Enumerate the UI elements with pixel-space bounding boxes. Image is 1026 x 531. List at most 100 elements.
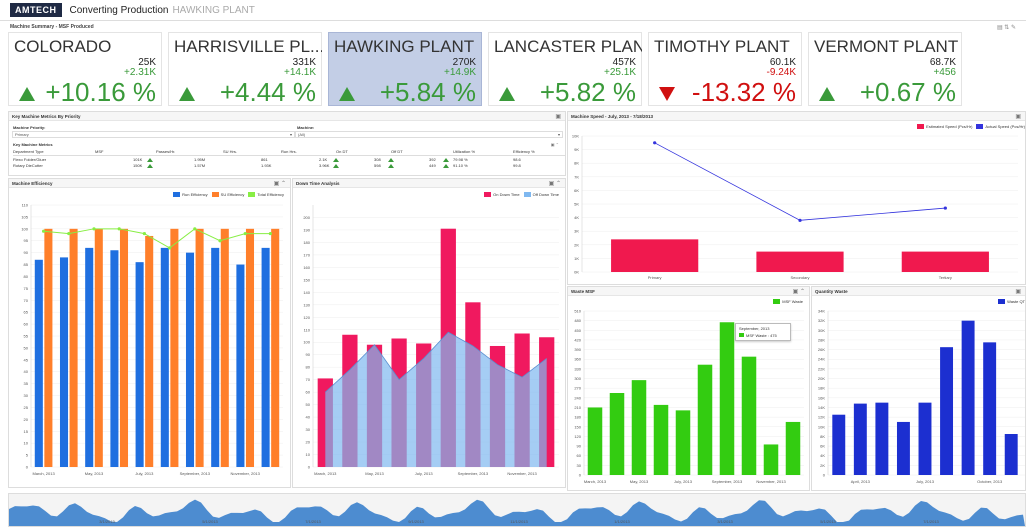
y-tick-label: 12K <box>818 415 825 420</box>
x-tick-label: November, 2013 <box>507 471 537 476</box>
machine-efficiency-panel: Machine Efficiency ▣ ⌃ Run Efficiency SU … <box>8 178 291 488</box>
timeline-chart[interactable]: 3/1/2013 5/1/2013 7/1/2013 9/1/2013 11/1/201… <box>9 494 1025 526</box>
plant-tile[interactable]: COLORADO 25K +2.31K +10.16 % <box>8 32 162 107</box>
y-tick-label: 30 <box>24 393 29 398</box>
machine-speed-panel: Machine Speed - July, 2013 - 7/18/2013 ▣ … <box>567 111 1026 285</box>
table-cell: 392 <box>429 157 436 162</box>
y-tick-label: 5K <box>574 202 579 207</box>
export-icon[interactable]: ▣ ⌃ <box>793 288 805 295</box>
y-tick-label: 10K <box>572 134 579 139</box>
plant-percent: -13.32 % <box>691 77 796 107</box>
y-tick-label: 6K <box>820 444 825 449</box>
y-tick-label: 0 <box>308 465 311 470</box>
quantity-waste-chart: 0 2K 4K 6K 8K 10K 12K 14K 16K 18K 20K 22K 24K 26K 28K 3… <box>818 309 1025 484</box>
y-tick-label: 50 <box>306 402 311 407</box>
y-tick-label: 4K <box>574 215 579 220</box>
estimated-speed-bar <box>756 251 844 272</box>
table-cell: 1.57M <box>194 163 206 168</box>
plant-tile[interactable]: HAWKING PLANT 270K +14.9K +5.84 % <box>328 32 482 107</box>
run-efficiency-bar <box>211 247 220 467</box>
actual-speed-point <box>943 206 947 210</box>
x-tick-label: September, 2013 <box>458 471 489 476</box>
arrow-up-icon <box>443 158 449 162</box>
machine-dropdown[interactable]: (All) ▾ <box>295 131 563 138</box>
waste-qt-bar <box>896 421 910 475</box>
su-efficiency-bar <box>69 228 78 467</box>
y-tick-label: 3K <box>574 229 579 234</box>
x-tick-label: September, 2013 <box>180 471 211 476</box>
total-efficiency-point <box>42 229 46 233</box>
y-tick-label: 65 <box>24 310 29 315</box>
export-icon[interactable]: ▣ <box>555 113 561 120</box>
y-tick-label: 20K <box>818 376 825 381</box>
plant-percent: +0.67 % <box>859 77 956 107</box>
y-tick-label: 20 <box>24 417 29 422</box>
arrow-up-icon <box>499 87 515 101</box>
export-icon[interactable]: ▣ <box>1015 113 1021 120</box>
export-icon[interactable]: ▣ ⌃ <box>274 180 286 187</box>
y-tick-label: 50 <box>24 345 29 350</box>
summary-toolbar-icons[interactable]: ▤ ⇅ ✎ <box>997 24 1016 32</box>
column-header: Passes/Hr. <box>156 149 176 154</box>
estimated-speed-bar <box>611 239 699 272</box>
quantity-waste-header: Quantity Waste ▣ <box>812 287 1025 296</box>
y-tick-label: 210 <box>574 405 581 410</box>
app-title: Converting Production <box>69 4 169 16</box>
plant-percent: +5.84 % <box>379 77 476 107</box>
x-tick-label: May, 2013 <box>85 471 104 476</box>
waste-msf-header: Waste MSF ▣ ⌃ <box>568 287 809 296</box>
total-efficiency-point <box>193 227 197 231</box>
su-efficiency-bar <box>220 228 229 467</box>
table-cell: 598 <box>374 163 381 168</box>
msf-waste-bar <box>631 380 647 475</box>
table-toolbar-icons[interactable]: ▣ ⌃ <box>551 142 559 147</box>
table-cell: 1.93K <box>261 163 272 168</box>
table-cell: 98.6 <box>513 157 521 162</box>
priority-dropdown[interactable]: Primary ▾ <box>12 131 295 138</box>
y-tick-label: 1K <box>574 256 579 261</box>
y-tick-label: 190 <box>303 227 310 232</box>
plant-tile[interactable]: VERMONT PLANT 68.7K +456 +0.67 % <box>808 32 962 107</box>
plant-tile[interactable]: HARRISVILLE PL... 331K +14.1K +4.44 % <box>168 32 322 107</box>
y-tick-label: 510 <box>574 309 581 314</box>
y-tick-label: 20 <box>306 440 311 445</box>
machine-label: Machine: <box>297 125 315 130</box>
amtech-logo: AMTECH <box>10 3 62 17</box>
y-tick-label: 60 <box>24 322 29 327</box>
timeline-navigator[interactable]: 3/1/2013 5/1/2013 7/1/2013 9/1/2013 11/1/201… <box>8 493 1026 527</box>
machine-summary-header: Machine Summary - MSF Produced ▤ ⇅ ✎ <box>0 20 1026 32</box>
x-tick-label: March, 2013 <box>314 471 337 476</box>
column-header: Run Hrs. <box>281 149 297 154</box>
timeline-label: 7/1/2013 <box>923 519 939 524</box>
y-tick-label: 240 <box>574 395 581 400</box>
msf-waste-bar <box>785 421 801 475</box>
waste-msf-panel: Waste MSF ▣ ⌃ MSF Waste 0 30 60 90 120 150 180 2… <box>567 286 810 491</box>
waste-qt-bar <box>961 320 975 475</box>
export-icon[interactable]: ▣ <box>1015 288 1021 295</box>
quantity-waste-panel: Quantity Waste ▣ Waste QT 0 2K 4K 6K 8K 10K 12K… <box>811 286 1026 491</box>
y-tick-label: 28K <box>818 337 825 342</box>
msf-waste-bar <box>741 356 757 475</box>
total-efficiency-point <box>92 227 96 231</box>
tooltip-title: September, 2013 <box>739 326 770 331</box>
su-efficiency-bar <box>170 228 179 467</box>
msf-waste-bar <box>697 364 713 475</box>
y-tick-label: 8K <box>574 161 579 166</box>
table-cell: 2.1K <box>319 157 328 162</box>
y-tick-label: 40 <box>24 369 29 374</box>
export-icon[interactable]: ▣ ⌃ <box>549 180 561 187</box>
y-tick-label: 18K <box>818 386 825 391</box>
y-tick-label: 22K <box>818 366 825 371</box>
plant-tile[interactable]: LANCASTER PLANT 457K +25.1K +5.82 % <box>488 32 642 107</box>
plant-tile[interactable]: TIMOTHY PLANT 60.1K -9.24K -13.32 % <box>648 32 802 107</box>
y-tick-label: 360 <box>574 357 581 362</box>
plant-name: COLORADO <box>14 37 112 56</box>
down-time-chart: 0 10 20 30 40 50 60 70 80 90 100 110 120 130 140 150 160… <box>303 205 559 476</box>
down-time-header: Down Time Analysis ▣ ⌃ <box>293 179 565 188</box>
y-tick-label: 35 <box>24 381 29 386</box>
x-tick-label: July, 2013 <box>415 471 434 476</box>
x-tick-label: April, 2013 <box>851 479 871 484</box>
x-tick-label: March, 2013 <box>32 471 55 476</box>
machine-summary-title: Machine Summary - MSF Produced <box>10 24 94 30</box>
speed-chart: 0K 1K 2K 3K 4K 5K 6K 7K 8K 9K 10K Primary Secondary T… <box>572 134 1018 280</box>
